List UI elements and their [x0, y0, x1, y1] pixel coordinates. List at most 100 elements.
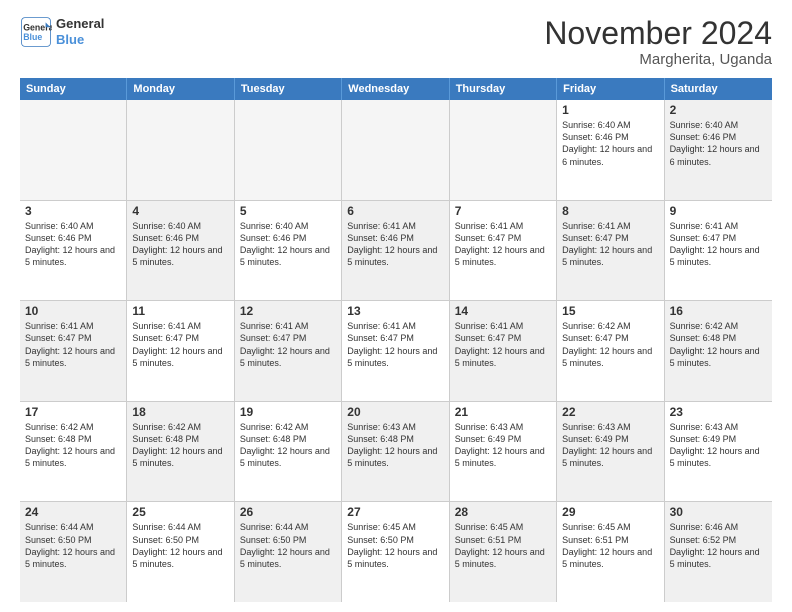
calendar-cell-empty-2 [235, 100, 342, 200]
day-info: Sunrise: 6:42 AM Sunset: 6:47 PM Dayligh… [562, 320, 658, 369]
logo-text1: General [56, 16, 104, 31]
calendar-row-0: 1Sunrise: 6:40 AM Sunset: 6:46 PM Daylig… [20, 100, 772, 201]
day-number: 23 [670, 405, 767, 419]
day-info: Sunrise: 6:44 AM Sunset: 6:50 PM Dayligh… [240, 521, 336, 570]
day-info: Sunrise: 6:42 AM Sunset: 6:48 PM Dayligh… [240, 421, 336, 470]
day-info: Sunrise: 6:40 AM Sunset: 6:46 PM Dayligh… [240, 220, 336, 269]
calendar: SundayMondayTuesdayWednesdayThursdayFrid… [20, 78, 772, 602]
calendar-cell-day-29: 29Sunrise: 6:45 AM Sunset: 6:51 PM Dayli… [557, 502, 664, 602]
calendar-cell-day-6: 6Sunrise: 6:41 AM Sunset: 6:46 PM Daylig… [342, 201, 449, 301]
day-info: Sunrise: 6:41 AM Sunset: 6:47 PM Dayligh… [562, 220, 658, 269]
day-info: Sunrise: 6:41 AM Sunset: 6:47 PM Dayligh… [347, 320, 443, 369]
calendar-cell-day-10: 10 Sunrise: 6:41 AM Sunset: 6:47 PM Dayli… [20, 301, 127, 401]
main-title: November 2024 [544, 16, 772, 51]
day-number: 22 [562, 405, 658, 419]
calendar-cell-day-25: 25 Sunrise: 6:44 AM Sunset: 6:50 PM Dayli… [127, 502, 234, 602]
day-info: Sunrise: 6:41 AM Sunset: 6:47 PM Dayligh… [455, 320, 551, 369]
day-info: Sunrise: 6:44 AM Sunset: 6:50 PM Dayligh… [25, 521, 121, 570]
day-number: 13 [347, 304, 443, 318]
day-number: 25 [132, 505, 228, 519]
day-number: 5 [240, 204, 336, 218]
logo: General Blue General Blue [20, 16, 104, 48]
calendar-cell-day-18: 18Sunrise: 6:42 AM Sunset: 6:48 PM Dayli… [127, 402, 234, 502]
day-info: Sunrise: 6:45 AM Sunset: 6:50 PM Dayligh… [347, 521, 443, 570]
day-number: 21 [455, 405, 551, 419]
day-number: 7 [455, 204, 551, 218]
calendar-cell-day-1: 1Sunrise: 6:40 AM Sunset: 6:46 PM Daylig… [557, 100, 664, 200]
calendar-cell-day-26: 26 Sunrise: 6:44 AM Sunset: 6:50 PM Dayli… [235, 502, 342, 602]
calendar-cell-day-28: 28Sunrise: 6:45 AM Sunset: 6:51 PM Dayli… [450, 502, 557, 602]
day-number: 10 [25, 304, 121, 318]
day-number: 27 [347, 505, 443, 519]
calendar-cell-empty-0 [20, 100, 127, 200]
calendar-cell-day-5: 5 Sunrise: 6:40 AM Sunset: 6:46 PM Daylig… [235, 201, 342, 301]
calendar-cell-day-7: 7Sunrise: 6:41 AM Sunset: 6:47 PM Daylig… [450, 201, 557, 301]
calendar-cell-day-13: 13 Sunrise: 6:41 AM Sunset: 6:47 PM Dayli… [342, 301, 449, 401]
calendar-cell-empty-1 [127, 100, 234, 200]
calendar-cell-day-3: 3 Sunrise: 6:40 AM Sunset: 6:46 PM Daylig… [20, 201, 127, 301]
day-number: 14 [455, 304, 551, 318]
calendar-cell-day-20: 20 Sunrise: 6:43 AM Sunset: 6:48 PM Dayli… [342, 402, 449, 502]
calendar-cell-day-9: 9Sunrise: 6:41 AM Sunset: 6:47 PM Daylig… [665, 201, 772, 301]
day-info: Sunrise: 6:43 AM Sunset: 6:49 PM Dayligh… [670, 421, 767, 470]
day-number: 2 [670, 103, 767, 117]
calendar-header-day-thursday: Thursday [450, 78, 557, 100]
day-number: 8 [562, 204, 658, 218]
day-number: 26 [240, 505, 336, 519]
day-number: 30 [670, 505, 767, 519]
calendar-cell-day-14: 14 Sunrise: 6:41 AM Sunset: 6:47 PM Dayli… [450, 301, 557, 401]
day-info: Sunrise: 6:42 AM Sunset: 6:48 PM Dayligh… [670, 320, 767, 369]
calendar-cell-empty-4 [450, 100, 557, 200]
day-info: Sunrise: 6:40 AM Sunset: 6:46 PM Dayligh… [670, 119, 767, 168]
day-info: Sunrise: 6:43 AM Sunset: 6:49 PM Dayligh… [562, 421, 658, 470]
day-number: 3 [25, 204, 121, 218]
calendar-cell-day-8: 8 Sunrise: 6:41 AM Sunset: 6:47 PM Daylig… [557, 201, 664, 301]
day-number: 18 [132, 405, 228, 419]
day-info: Sunrise: 6:40 AM Sunset: 6:46 PM Dayligh… [132, 220, 228, 269]
day-number: 19 [240, 405, 336, 419]
calendar-cell-empty-3 [342, 100, 449, 200]
day-number: 16 [670, 304, 767, 318]
calendar-cell-day-23: 23 Sunrise: 6:43 AM Sunset: 6:49 PM Dayli… [665, 402, 772, 502]
calendar-cell-day-11: 11Sunrise: 6:41 AM Sunset: 6:47 PM Dayli… [127, 301, 234, 401]
day-info: Sunrise: 6:41 AM Sunset: 6:47 PM Dayligh… [240, 320, 336, 369]
calendar-cell-day-22: 22 Sunrise: 6:43 AM Sunset: 6:49 PM Dayli… [557, 402, 664, 502]
calendar-cell-day-15: 15Sunrise: 6:42 AM Sunset: 6:47 PM Dayli… [557, 301, 664, 401]
subtitle: Margherita, Uganda [544, 51, 772, 68]
calendar-header-day-saturday: Saturday [665, 78, 772, 100]
calendar-header-day-tuesday: Tuesday [235, 78, 342, 100]
day-number: 24 [25, 505, 121, 519]
day-info: Sunrise: 6:45 AM Sunset: 6:51 PM Dayligh… [562, 521, 658, 570]
svg-text:Blue: Blue [23, 32, 42, 42]
calendar-row-4: 24 Sunrise: 6:44 AM Sunset: 6:50 PM Dayli… [20, 502, 772, 602]
day-number: 12 [240, 304, 336, 318]
calendar-header: SundayMondayTuesdayWednesdayThursdayFrid… [20, 78, 772, 100]
day-info: Sunrise: 6:40 AM Sunset: 6:46 PM Dayligh… [562, 119, 658, 168]
svg-text:General: General [23, 22, 52, 32]
logo-icon: General Blue [20, 16, 52, 48]
day-info: Sunrise: 6:41 AM Sunset: 6:47 PM Dayligh… [25, 320, 121, 369]
calendar-header-day-wednesday: Wednesday [342, 78, 449, 100]
day-info: Sunrise: 6:43 AM Sunset: 6:48 PM Dayligh… [347, 421, 443, 470]
day-info: Sunrise: 6:44 AM Sunset: 6:50 PM Dayligh… [132, 521, 228, 570]
day-info: Sunrise: 6:40 AM Sunset: 6:46 PM Dayligh… [25, 220, 121, 269]
day-number: 4 [132, 204, 228, 218]
day-info: Sunrise: 6:42 AM Sunset: 6:48 PM Dayligh… [25, 421, 121, 470]
day-info: Sunrise: 6:41 AM Sunset: 6:47 PM Dayligh… [670, 220, 767, 269]
calendar-header-day-sunday: Sunday [20, 78, 127, 100]
calendar-cell-day-19: 19 Sunrise: 6:42 AM Sunset: 6:48 PM Dayli… [235, 402, 342, 502]
day-number: 6 [347, 204, 443, 218]
day-info: Sunrise: 6:45 AM Sunset: 6:51 PM Dayligh… [455, 521, 551, 570]
day-number: 20 [347, 405, 443, 419]
day-number: 17 [25, 405, 121, 419]
logo-text: General Blue [56, 16, 104, 47]
calendar-row-3: 17 Sunrise: 6:42 AM Sunset: 6:48 PM Dayli… [20, 402, 772, 503]
calendar-cell-day-16: 16 Sunrise: 6:42 AM Sunset: 6:48 PM Dayli… [665, 301, 772, 401]
calendar-cell-day-27: 27 Sunrise: 6:45 AM Sunset: 6:50 PM Dayli… [342, 502, 449, 602]
calendar-header-day-monday: Monday [127, 78, 234, 100]
calendar-row-1: 3 Sunrise: 6:40 AM Sunset: 6:46 PM Daylig… [20, 201, 772, 302]
logo-text2: Blue [56, 32, 84, 47]
calendar-cell-day-24: 24 Sunrise: 6:44 AM Sunset: 6:50 PM Dayli… [20, 502, 127, 602]
day-info: Sunrise: 6:46 AM Sunset: 6:52 PM Dayligh… [670, 521, 767, 570]
day-number: 11 [132, 304, 228, 318]
